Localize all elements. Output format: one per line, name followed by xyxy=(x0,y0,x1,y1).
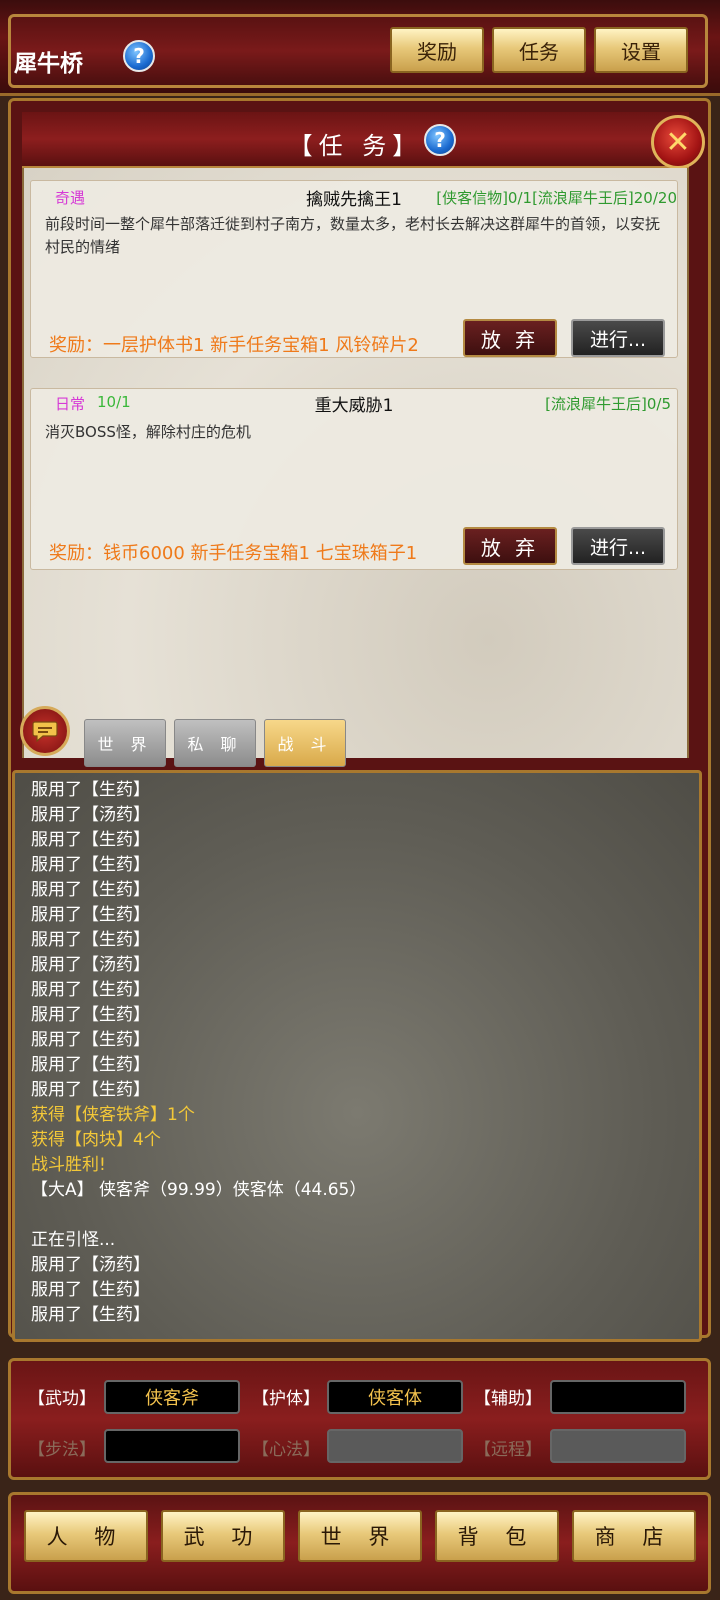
rewards-button[interactable]: 奖励 xyxy=(390,27,484,73)
quest-reward: 奖励：一层护体书1 新手任务宝箱1 风铃碎片2 xyxy=(49,335,419,356)
skill-slot-assist[interactable] xyxy=(550,1380,686,1414)
skill-label-martial: 【武功】 xyxy=(28,1389,96,1409)
quest-description: 消灭BOSS怪，解除村庄的危机 xyxy=(45,423,251,441)
log-line: 服用了【生药】 xyxy=(31,930,150,950)
log-line: 服用了【汤药】 xyxy=(31,955,150,975)
skill-slot-mind xyxy=(327,1429,463,1463)
nav-martial-button[interactable]: 武 功 xyxy=(161,1510,285,1562)
log-line: 服用了【生药】 xyxy=(31,1055,150,1075)
log-line: 获得【侠客铁斧】1个 xyxy=(31,1105,195,1125)
log-line: 服用了【生药】 xyxy=(31,905,150,925)
log-line: 战斗胜利! xyxy=(31,1155,106,1175)
nav-shop-button[interactable]: 商 店 xyxy=(572,1510,696,1562)
skill-label-mind: 【心法】 xyxy=(252,1440,320,1460)
skill-label-assist: 【辅助】 xyxy=(474,1389,542,1409)
log-line: 获得【肉块】4个 xyxy=(31,1130,161,1150)
nav-world-button[interactable]: 世 界 xyxy=(298,1510,422,1562)
close-icon[interactable]: ✕ xyxy=(651,115,705,169)
task-panel-header: 【任 务】 xyxy=(22,112,689,168)
proceed-button[interactable]: 进行... xyxy=(571,527,665,565)
location-help-icon[interactable]: ? xyxy=(123,40,155,72)
log-line: 服用了【生药】 xyxy=(31,830,150,850)
settings-button[interactable]: 设置 xyxy=(594,27,688,73)
nav-bag-button[interactable]: 背 包 xyxy=(435,1510,559,1562)
quest-progress: [流浪犀牛王后]0/5 xyxy=(545,395,671,413)
log-line: 服用了【生药】 xyxy=(31,773,366,778)
task-panel-title: 【任 务】 xyxy=(288,132,423,160)
log-line: 服用了【生药】 xyxy=(31,1080,150,1100)
log-line: 【大A】 侠客斧（99.99）侠客体（44.65） xyxy=(31,1180,367,1200)
log-line: 服用了【汤药】 xyxy=(31,805,150,825)
skill-label-ranged: 【远程】 xyxy=(474,1440,542,1460)
task-help-icon[interactable]: ? xyxy=(424,124,456,156)
quest-card: 奇遇 擒贼先擒王1 [侠客信物]0/1[流浪犀牛王后]20/20 前段时间一整个… xyxy=(30,180,678,358)
quest-reward: 奖励：钱币6000 新手任务宝箱1 七宝珠箱子1 xyxy=(49,543,418,564)
log-line: 服用了【生药】 xyxy=(31,880,150,900)
log-line: 服用了【生药】 xyxy=(31,980,150,1000)
log-line: 服用了【汤药】 xyxy=(31,1255,150,1275)
skill-label-body: 【护体】 xyxy=(252,1389,320,1409)
skill-slot-martial[interactable]: 侠客斧 xyxy=(104,1380,240,1414)
tab-battle[interactable]: 战 斗 xyxy=(264,719,346,767)
abandon-button[interactable]: 放 弃 xyxy=(463,527,557,565)
chat-bubble-icon[interactable] xyxy=(20,706,70,756)
log-line: 服用了【生药】 xyxy=(31,855,150,875)
tasks-button[interactable]: 任务 xyxy=(492,27,586,73)
abandon-button[interactable]: 放 弃 xyxy=(463,319,557,357)
log-line: 服用了【生药】 xyxy=(31,780,150,800)
log-line: 服用了【生药】 xyxy=(31,1280,150,1300)
log-line: 服用了【生药】 xyxy=(31,1305,150,1325)
tab-world[interactable]: 世 界 xyxy=(84,719,166,767)
skill-slot-step[interactable] xyxy=(104,1429,240,1463)
battle-log[interactable]: 服用了【生药】服用了【生药】服用了【汤药】服用了【生药】服用了【生药】服用了【生… xyxy=(12,770,702,1342)
quest-progress: [侠客信物]0/1[流浪犀牛王后]20/20 xyxy=(436,189,677,207)
quest-description: 前段时间一整个犀牛部落迁徙到村子南方，数量太多，老村长去解决这群犀牛的首领，以安… xyxy=(45,215,661,256)
skill-label-step: 【步法】 xyxy=(28,1440,96,1460)
log-line: 服用了【生药】 xyxy=(31,1030,150,1050)
quest-card: 日常 10/1 重大威胁1 [流浪犀牛王后]0/5 消灭BOSS怪，解除村庄的危… xyxy=(30,388,678,570)
log-line: 正在引怪... xyxy=(31,1230,116,1250)
log-line: 服用了【生药】 xyxy=(31,1005,150,1025)
nav-character-button[interactable]: 人 物 xyxy=(24,1510,148,1562)
location-name: 犀牛桥 xyxy=(14,51,83,77)
battle-log-lines: 服用了【生药】服用了【生药】服用了【汤药】服用了【生药】服用了【生药】服用了【生… xyxy=(31,773,367,1328)
skill-slot-ranged xyxy=(550,1429,686,1463)
tab-private[interactable]: 私 聊 xyxy=(174,719,256,767)
chat-bubble-glyph xyxy=(32,721,58,742)
proceed-button[interactable]: 进行... xyxy=(571,319,665,357)
skill-slot-body[interactable]: 侠客体 xyxy=(327,1380,463,1414)
